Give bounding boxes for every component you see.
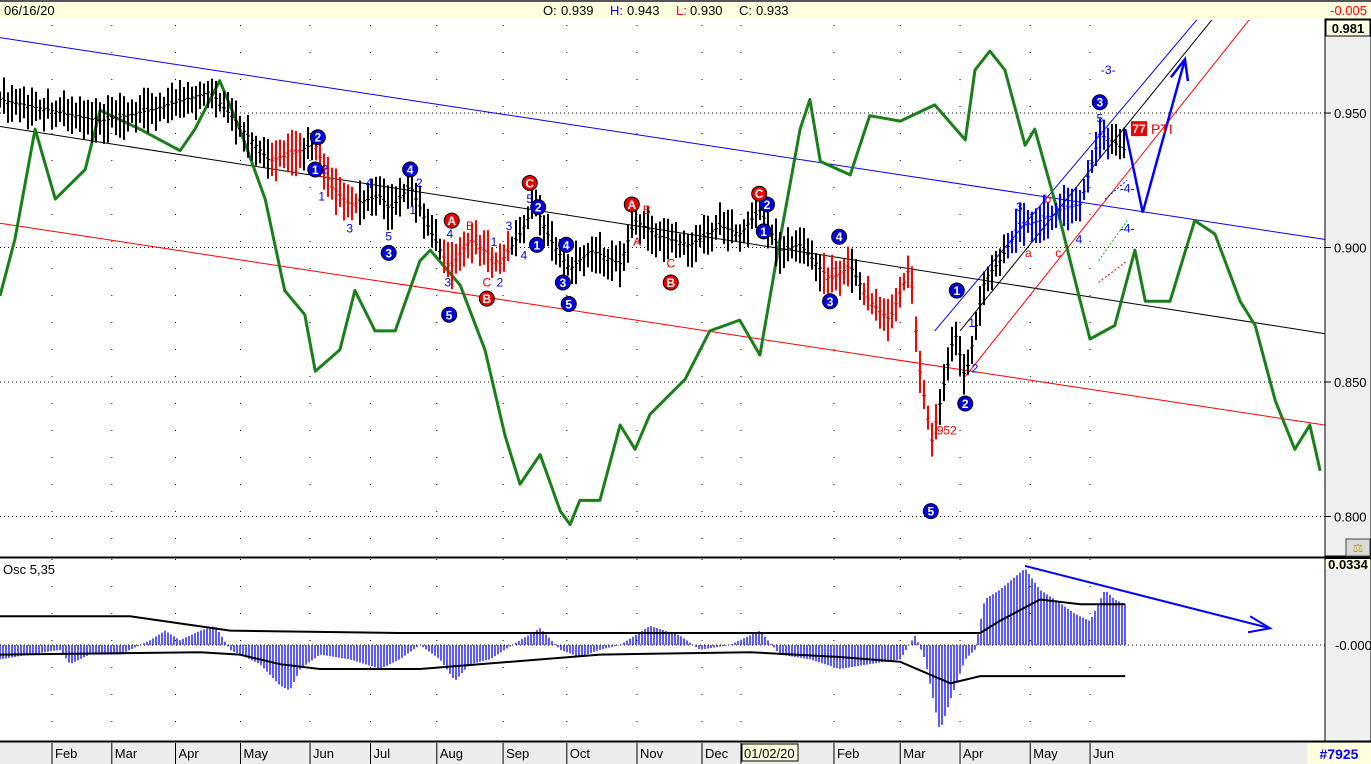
wave-label: C (483, 275, 492, 289)
price-tick-label: 0.850 (1334, 375, 1367, 390)
wave-count-label: B (666, 276, 675, 290)
wave-count-label: 4 (563, 238, 570, 252)
time-axis[interactable] (0, 741, 1371, 764)
pti-label: PTI (1151, 121, 1173, 137)
wave-count-label: 4 (836, 230, 843, 244)
wave-count-label: 1 (312, 163, 319, 177)
wave-label: 5 (526, 192, 533, 206)
wave-count-label: 3 (560, 276, 567, 290)
time-tick-label: 01/02/20 (744, 746, 795, 761)
wave-label: 2 (416, 176, 423, 190)
time-tick-label: Apr (963, 746, 984, 761)
wave-label: 2 (322, 162, 329, 176)
wave-label: C (666, 257, 675, 271)
price-axis[interactable] (1324, 18, 1371, 557)
time-tick-label: Nov (640, 746, 664, 761)
wave-label: 1 (491, 235, 498, 249)
wave-label: 3 (445, 275, 452, 289)
wave-count-label: 1 (760, 225, 767, 239)
time-tick-label: Mar (115, 746, 138, 761)
wave-label: 4 (366, 176, 373, 190)
wave-label: 2 (972, 362, 979, 376)
wave-count-label: 4 (407, 163, 414, 177)
time-tick-label: Jun (1093, 746, 1114, 761)
wave-label: 1 (409, 203, 416, 217)
wave-label: 3 (346, 222, 353, 236)
wave-label: 2 (497, 275, 504, 289)
wave-count-label: C (755, 187, 764, 201)
time-tick-label: Jun (313, 746, 334, 761)
time-tick-label: Feb (837, 746, 859, 761)
wave-count-label: 5 (927, 505, 934, 519)
wave-label: 1 (968, 316, 975, 330)
wave-count-label: 3 (827, 295, 834, 309)
wave-label: 4 (521, 249, 528, 263)
osc-panel[interactable] (0, 559, 1325, 741)
wave-label: 4 (1076, 232, 1083, 246)
wave-label: c (1055, 246, 1061, 260)
wave-count-label: 3 (385, 246, 392, 260)
wave-label: 3 (1016, 200, 1023, 214)
wave-label: 1 (318, 189, 325, 203)
wave-count-label: 2 (315, 131, 322, 145)
time-tick-label: May (1033, 746, 1058, 761)
time-tick-label: May (244, 746, 269, 761)
wave-label: 4 (446, 227, 453, 241)
wave-label: B (643, 203, 651, 217)
wave-count-label: 2 (764, 198, 771, 212)
wave-count-label: A (447, 214, 456, 228)
time-tick-label: Dec (705, 746, 729, 761)
time-tick-label: Jul (374, 746, 391, 761)
wave-count-label: 3 (1096, 96, 1103, 110)
osc-top-label: 0.0334 (1328, 557, 1369, 572)
wave-count-label: 5 (565, 297, 572, 311)
wave-count-label: 1 (953, 284, 960, 298)
chart-canvas[interactable]: 0.981 0.0334 -0.000 ⚖ #7925 Osc 5,35 0.9… (0, 0, 1371, 764)
price-tick-label: 0.800 (1334, 510, 1367, 525)
wave-label: 5 (385, 230, 392, 244)
wave-label: -4- (1120, 222, 1135, 236)
wave-label: .952 (933, 423, 957, 437)
wave-count-label: 2 (535, 201, 542, 215)
scale-icon[interactable]: ⚖ (1353, 541, 1364, 555)
wave-label: -3- (1101, 63, 1116, 77)
wave-count-label: A (627, 198, 636, 212)
time-tick-label: Oct (570, 746, 591, 761)
time-tick-label: Apr (179, 746, 200, 761)
wave-count-label: B (483, 292, 492, 306)
osc-title: Osc 5,35 (3, 562, 55, 577)
price-tick-label: 0.900 (1334, 241, 1367, 256)
time-tick-label: Feb (55, 746, 77, 761)
chart-id: #7925 (1320, 746, 1359, 762)
price-top-label: 0.981 (1332, 21, 1365, 36)
wave-count-label: C (525, 176, 534, 190)
wave-count-label: 1 (534, 238, 541, 252)
wave-label: a (1025, 246, 1032, 260)
wave-label: 5 (1096, 111, 1103, 125)
wave-label: -4- (1120, 181, 1135, 195)
wave-count-label: 2 (962, 397, 969, 411)
time-tick-label: Aug (440, 746, 463, 761)
osc-zero-label: -0.000 (1335, 638, 1371, 653)
wave-label: 3 (506, 219, 513, 233)
wave-label: b (1044, 192, 1051, 206)
time-tick-label: Mar (903, 746, 926, 761)
price-tick-label: 0.950 (1334, 106, 1367, 121)
wave-label: B (466, 219, 474, 233)
pti-score: 77 (1132, 122, 1146, 136)
wave-count-label: 5 (446, 308, 453, 322)
time-tick-label: Sep (506, 746, 529, 761)
wave-label: A (633, 235, 641, 249)
